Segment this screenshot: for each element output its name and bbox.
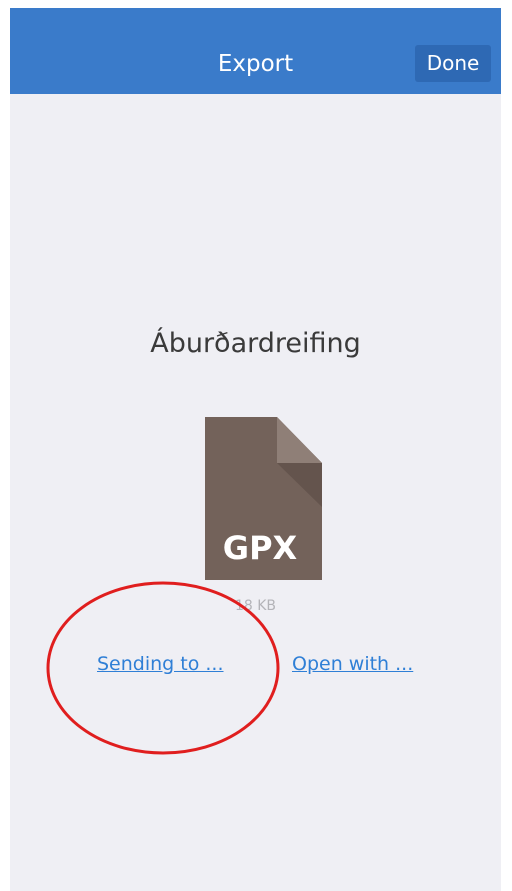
export-screen: Export Done Áburðardreifing GPX 18 KB Se…	[10, 8, 501, 891]
gpx-file-icon: GPX	[205, 417, 322, 580]
file-type-label: GPX	[223, 529, 298, 567]
file-size: 18 KB	[234, 598, 277, 614]
file-name: Áburðardreifing	[150, 328, 361, 359]
done-button[interactable]: Done	[415, 45, 491, 82]
sending-to-link[interactable]: Sending to ...	[97, 650, 224, 678]
navigation-bar: Export Done	[10, 8, 501, 94]
open-with-link[interactable]: Open with ...	[292, 650, 413, 678]
